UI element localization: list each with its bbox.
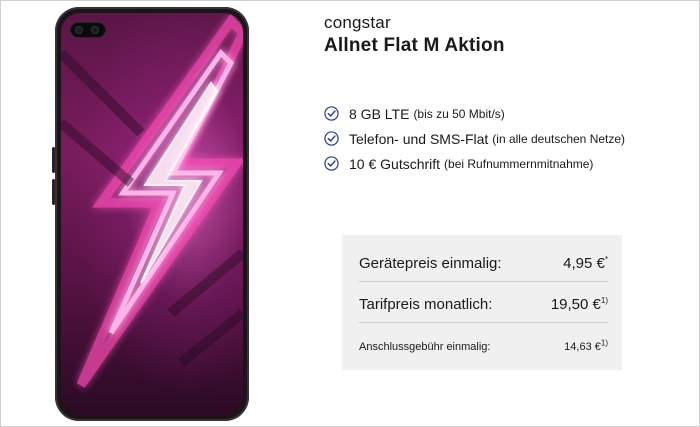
feature-list: 8 GB LTE (bis zu 50 Mbit/s) Telefon- und… [324, 101, 625, 176]
connection-fee-row: Anschlussgebühr einmalig: 14,63 €1) [359, 338, 608, 353]
feature-main-text: Telefon- und SMS-Flat [349, 130, 489, 147]
feature-main-text: 8 GB LTE [349, 105, 410, 122]
feature-note-text: (bis zu 50 Mbit/s) [413, 106, 505, 121]
feature-item-flat: Telefon- und SMS-Flat (in alle deutschen… [324, 126, 625, 151]
phone-image [52, 7, 249, 421]
footnote-mark: 1) [600, 296, 608, 305]
price-divider [359, 322, 608, 323]
connection-fee-value: 14,63 €1) [564, 338, 608, 353]
feature-main-text: 10 € Gutschrift [349, 155, 441, 172]
device-price-value: 4,95 €* [563, 255, 608, 272]
feature-note-text: (in alle deutschen Netze) [492, 131, 626, 146]
phone-screen [61, 13, 243, 415]
price-summary-box: Gerätepreis einmalig: 4,95 €* Tarifpreis… [342, 235, 622, 370]
monthly-price-label: Tarifpreis monatlich: [359, 296, 493, 313]
offer-card: congstar Allnet Flat M Aktion 8 GB LTE (… [0, 0, 700, 427]
monthly-price-value: 19,50 €1) [550, 296, 608, 313]
device-price-label: Gerätepreis einmalig: [359, 255, 502, 272]
feature-item-credit: 10 € Gutschrift (bei Rufnummernmitnahme) [324, 151, 625, 176]
front-camera-icon [71, 23, 105, 37]
connection-fee-label: Anschlussgebühr einmalig: [359, 341, 491, 353]
price-divider [359, 281, 608, 282]
footnote-mark: 1) [600, 338, 608, 348]
check-circle-icon [324, 156, 339, 171]
check-circle-icon [324, 131, 339, 146]
feature-note-text: (bei Rufnummernmitnahme) [444, 156, 594, 171]
lightning-wallpaper [61, 14, 243, 388]
brand-name: congstar [324, 13, 391, 32]
check-circle-icon [324, 106, 339, 121]
feature-item-data: 8 GB LTE (bis zu 50 Mbit/s) [324, 101, 625, 126]
footnote-mark: * [604, 255, 608, 264]
tariff-title: Allnet Flat M Aktion [324, 35, 505, 56]
device-price-row: Gerätepreis einmalig: 4,95 €* [359, 255, 608, 272]
phone-volume-button [52, 147, 55, 173]
monthly-price-row: Tarifpreis monatlich: 19,50 €1) [359, 296, 608, 313]
phone-volume-button [52, 179, 55, 205]
